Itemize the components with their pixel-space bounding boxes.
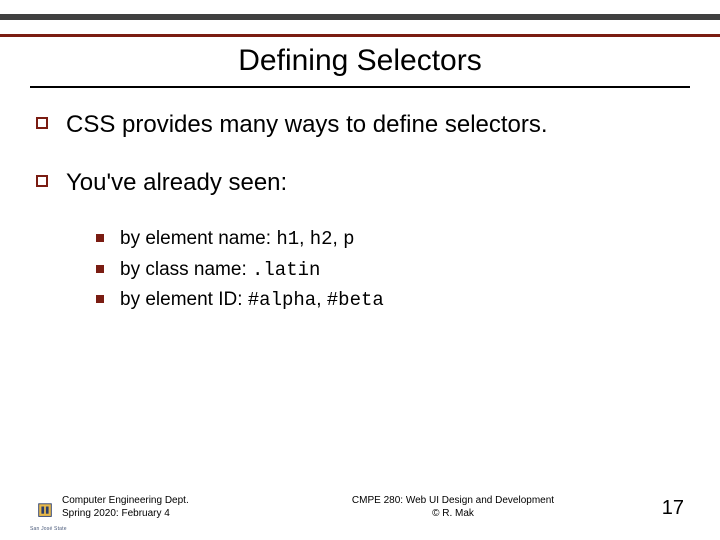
slide: Defining Selectors CSS provides many way… bbox=[0, 0, 720, 540]
square-bullet-icon bbox=[36, 117, 48, 129]
filled-square-bullet-icon bbox=[96, 265, 104, 273]
bullet-level1: You've already seen: bbox=[36, 168, 684, 198]
page-number: 17 bbox=[644, 497, 684, 520]
code-token: #beta bbox=[327, 289, 384, 311]
bullet-level1: CSS provides many ways to define selecto… bbox=[36, 110, 684, 140]
code-token: .latin bbox=[252, 259, 320, 281]
sub-bullet-text: by element name: h1, h2, p bbox=[120, 226, 354, 253]
title-underline bbox=[30, 86, 690, 88]
sep: , bbox=[299, 228, 310, 249]
slide-title: Defining Selectors bbox=[0, 44, 720, 78]
footer-copyright: © R. Mak bbox=[262, 508, 644, 521]
bullet-text: CSS provides many ways to define selecto… bbox=[66, 110, 548, 140]
bullet-level2: by element name: h1, h2, p bbox=[96, 226, 684, 253]
footer-date: Spring 2020: February 4 bbox=[62, 508, 262, 521]
content-area: CSS provides many ways to define selecto… bbox=[36, 110, 684, 318]
footer-left: Computer Engineering Dept. Spring 2020: … bbox=[62, 495, 262, 520]
sub-bullet-text: by class name: .latin bbox=[120, 257, 320, 284]
filled-square-bullet-icon bbox=[96, 234, 104, 242]
sub-label: by class name: bbox=[120, 259, 252, 280]
university-logo-icon bbox=[36, 502, 54, 520]
sub-label: by element name: bbox=[120, 228, 276, 249]
sep: , bbox=[333, 228, 344, 249]
footer-center: CMPE 280: Web UI Design and Development … bbox=[262, 495, 644, 520]
code-token: #alpha bbox=[248, 289, 316, 311]
sub-label: by element ID: bbox=[120, 289, 248, 310]
bullet-text: You've already seen: bbox=[66, 168, 287, 198]
filled-square-bullet-icon bbox=[96, 295, 104, 303]
top-horizontal-rule bbox=[0, 14, 720, 37]
square-bullet-icon bbox=[36, 175, 48, 187]
footer-course: CMPE 280: Web UI Design and Development bbox=[262, 495, 644, 508]
bullet-level2: by class name: .latin bbox=[96, 257, 684, 284]
code-token: p bbox=[343, 228, 354, 250]
sub-bullet-list: by element name: h1, h2, p by class name… bbox=[96, 226, 684, 314]
code-token: h1 bbox=[276, 228, 299, 250]
sub-bullet-text: by element ID: #alpha, #beta bbox=[120, 287, 384, 314]
bullet-level2: by element ID: #alpha, #beta bbox=[96, 287, 684, 314]
slide-footer: Computer Engineering Dept. Spring 2020: … bbox=[36, 495, 684, 520]
sep: , bbox=[316, 289, 327, 310]
logo-caption: San José State bbox=[30, 526, 67, 532]
code-token: h2 bbox=[310, 228, 333, 250]
footer-dept: Computer Engineering Dept. bbox=[62, 495, 262, 508]
